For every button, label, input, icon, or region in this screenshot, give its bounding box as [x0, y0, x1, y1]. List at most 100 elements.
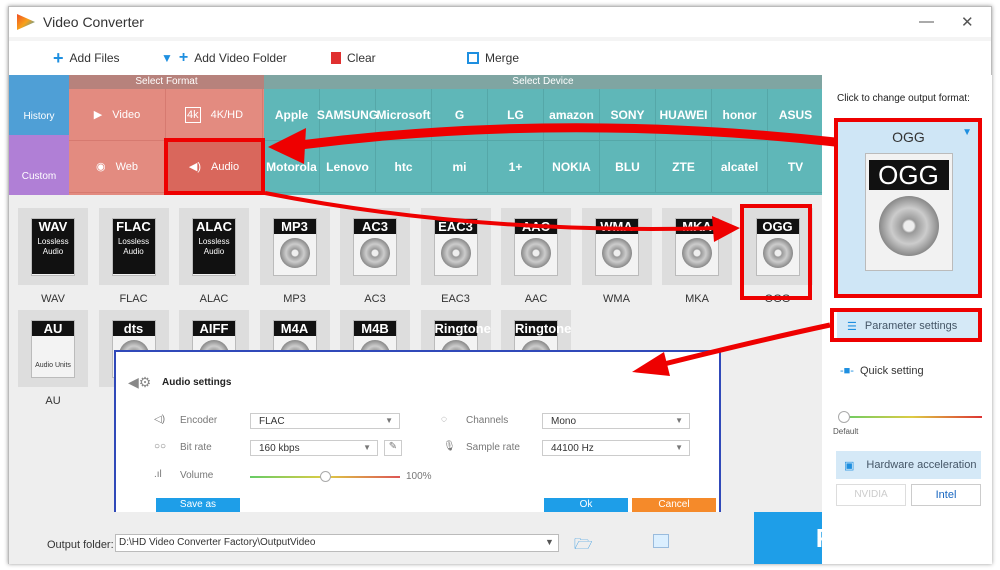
format-item-eac3[interactable]: EAC3 EAC3 [420, 208, 491, 305]
device-apple[interactable]: Apple [264, 89, 320, 141]
format-icon-label: ALAC [193, 218, 235, 234]
parameter-settings-button[interactable]: ☰ Parameter settings [837, 312, 980, 340]
device-g[interactable]: G [432, 89, 488, 141]
hd-label: 4K/HD [210, 108, 244, 121]
format-item-mp3[interactable]: MP3 MP3 [259, 208, 330, 305]
select-device-header: Select Device [264, 75, 822, 89]
bitrate-label: Bit rate [180, 442, 212, 453]
select-format-header: Select Format [69, 75, 264, 89]
clear-button[interactable]: Clear [331, 51, 376, 65]
format-item-au[interactable]: AU Audio Units AU [18, 310, 88, 407]
format-web[interactable]: ◉ Web [69, 141, 166, 193]
device-nokia[interactable]: NOKIA [544, 141, 600, 193]
history-button[interactable]: History [9, 75, 69, 135]
open-folder-icon[interactable] [653, 534, 669, 548]
device-lenovo[interactable]: Lenovo [320, 141, 376, 193]
format-label: WMA [603, 293, 630, 305]
speaker-icon: ◀) [188, 161, 201, 173]
format-icon-label: OGG [756, 218, 799, 234]
output-format-hint: Click to change output format: [837, 93, 970, 104]
alac-format-icon: ALAC Lossless Audio [192, 217, 236, 276]
device-alcatel[interactable]: alcatel [712, 141, 768, 193]
device-zte[interactable]: ZTE [656, 141, 712, 193]
add-video-folder-button[interactable]: ▼ + Add Video Folder [161, 49, 287, 67]
device-tv[interactable]: TV [768, 141, 824, 193]
format-item-flac[interactable]: FLAC Lossless Audio FLAC [98, 208, 169, 305]
device-motorola[interactable]: Motorola [264, 141, 320, 193]
device-amazon[interactable]: amazon [544, 89, 600, 141]
format-item-ac3[interactable]: AC3 AC3 [340, 208, 410, 305]
quick-setting-icon: -■- [840, 365, 854, 377]
save-as-button[interactable]: Save as [156, 498, 240, 512]
flac-format-icon: FLAC Lossless Audio [111, 217, 156, 276]
device-1[interactable]: 1+ [488, 141, 544, 193]
format-item-ogg[interactable]: OGG OGG [742, 208, 813, 305]
lossless-badge: Lossless Audio [193, 233, 235, 274]
output-folder-label: Output folder: [47, 539, 114, 551]
sample-rate-select[interactable]: 44100 Hz [542, 440, 690, 456]
intel-option[interactable]: Intel [911, 484, 981, 506]
device-samsung[interactable]: SAMSUNG [317, 89, 378, 141]
ok-button[interactable]: Ok [544, 498, 628, 512]
merge-button[interactable]: Merge [467, 51, 519, 65]
channels-icon: ◌ [441, 414, 447, 425]
format-tile: AU Audio Units [18, 310, 88, 387]
device-huawei[interactable]: HUAWEI [656, 89, 712, 141]
edit-pencil-icon[interactable]: ✎ [384, 440, 402, 456]
wav-format-icon: WAV Lossless Audio [31, 217, 75, 276]
device-honor[interactable]: honor [712, 89, 768, 141]
volume-slider-handle[interactable] [320, 471, 331, 482]
right-panel: Click to change output format: OGG ▼ OGG… [822, 75, 992, 564]
format-item-wav[interactable]: WAV Lossless Audio WAV [18, 208, 88, 305]
device-sony[interactable]: SONY [600, 89, 656, 141]
format-audio[interactable]: ◀) Audio [166, 141, 263, 193]
browse-folder-icon[interactable]: 🗁 [574, 534, 593, 559]
play-icon: ▶ [93, 109, 103, 121]
device-htc[interactable]: htc [376, 141, 432, 193]
encoder-label: Encoder [180, 415, 218, 426]
cancel-button[interactable]: Cancel [632, 498, 716, 512]
format-label: AU [45, 395, 61, 407]
nvidia-option[interactable]: NVIDIA [836, 484, 906, 506]
device-blu[interactable]: BLU [600, 141, 656, 193]
add-files-button[interactable]: + Add Files [53, 48, 120, 69]
format-icon-label: M4A [273, 320, 316, 336]
chevron-down-icon[interactable]: ▼ [545, 537, 554, 547]
bitrate-select[interactable]: 160 kbps [250, 440, 378, 456]
chevron-down-icon: ▼ [161, 51, 173, 65]
format-item-alac[interactable]: ALAC Lossless Audio ALAC [179, 208, 249, 305]
channels-select[interactable]: Mono [542, 413, 690, 429]
output-format-selector[interactable]: OGG ▼ OGG [837, 119, 980, 297]
ogg-format-icon: OGG [755, 217, 800, 276]
format-tile: OGG [742, 208, 813, 285]
hardware-acceleration-toggle[interactable]: ▣ Hardware acceleration [836, 451, 981, 479]
quality-slider[interactable] [838, 411, 982, 423]
merge-icon [467, 52, 479, 64]
dropdown-arrow-icon[interactable]: ▼ [962, 127, 972, 138]
audio-settings-icon: ◀⚙ [128, 374, 152, 390]
select-format-panel: Select Format ▶ Video 4k 4K/HD ◉ Web ◀) Audi… [69, 75, 264, 195]
device-microsoft[interactable]: Microsoft [376, 89, 432, 141]
format-item-mka[interactable]: MKA MKA [662, 208, 732, 305]
encoder-select[interactable]: FLAC [250, 413, 400, 429]
minimize-button[interactable]: — [919, 13, 934, 30]
output-folder-input[interactable]: D:\HD Video Converter Factory\OutputVide… [115, 534, 559, 552]
dialog-title: Audio settings [162, 377, 232, 388]
merge-label: Merge [485, 51, 520, 65]
format-item-wma[interactable]: WMA WMA [581, 208, 652, 305]
format-tile: MKA [662, 208, 732, 285]
format-item-aac[interactable]: AAC AAC [501, 208, 571, 305]
format-video[interactable]: ▶ Video [69, 89, 166, 141]
device-lg[interactable]: LG [488, 89, 544, 141]
custom-button[interactable]: Custom [9, 135, 69, 195]
quality-slider-handle[interactable] [838, 411, 850, 423]
device-asus[interactable]: ASUS [768, 89, 824, 141]
select-device-panel: Select Device Apple SAMSUNG Microsoft G LG am… [264, 75, 824, 195]
disc-icon [440, 237, 471, 268]
volume-slider[interactable] [250, 471, 400, 482]
format-icon-label: dts [112, 320, 155, 336]
close-button[interactable]: ✕ [961, 13, 974, 31]
format-icon-label: FLAC [112, 218, 155, 234]
format-4k-hd[interactable]: 4k 4K/HD [166, 89, 263, 141]
device-mi[interactable]: mi [432, 141, 488, 193]
